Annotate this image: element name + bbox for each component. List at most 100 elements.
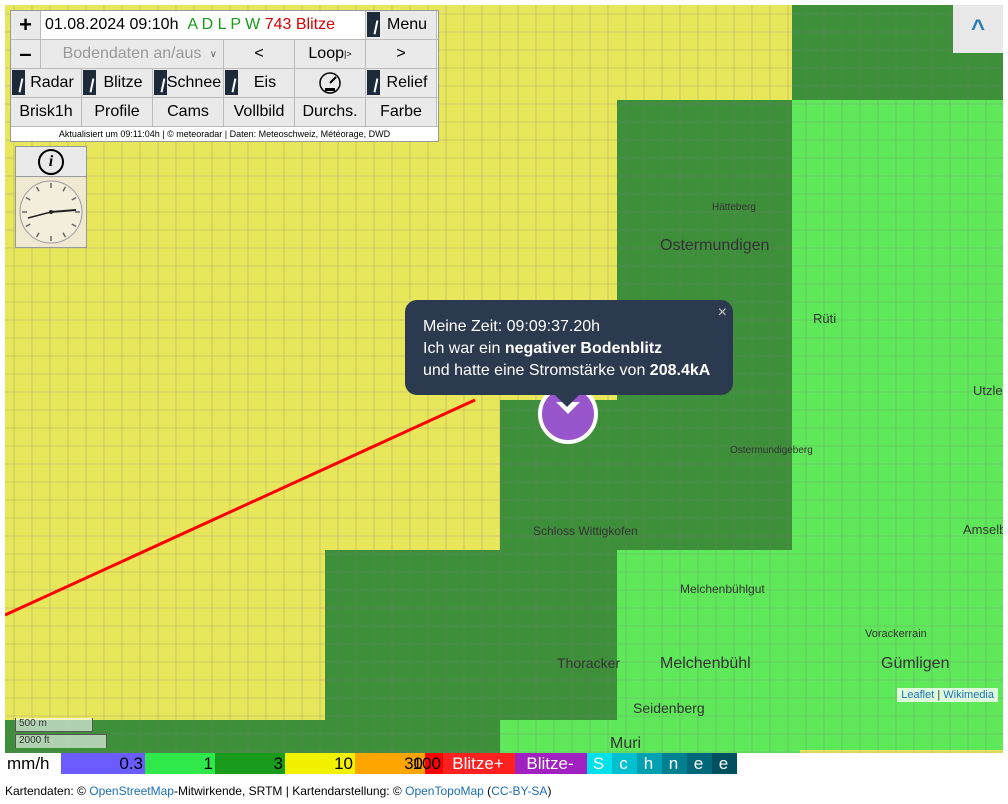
loop-button[interactable]: Loop |> bbox=[295, 40, 366, 68]
updated-text: Aktualisiert um 09:11:04h | © meteoradar… bbox=[11, 127, 438, 141]
clock-button[interactable] bbox=[15, 176, 87, 248]
footer-credits: Kartendaten: © OpenStreetMap-Mitwirkende… bbox=[5, 784, 551, 798]
legend-item-7: Blitze- bbox=[515, 753, 587, 774]
toggle-blitze[interactable]: Blitze bbox=[82, 69, 153, 97]
radar-check-icon bbox=[12, 70, 25, 95]
legend-item-2: 3 bbox=[215, 753, 285, 774]
leaflet-link[interactable]: Leaflet bbox=[901, 689, 934, 701]
map-label-schloss: Schloss Wittigkofen bbox=[533, 524, 638, 538]
strike-count-text: 743 Blitze bbox=[264, 16, 335, 33]
map-label-seidenberg: Seidenberg bbox=[633, 700, 705, 716]
map-label-ostermundigen: Ostermundigen bbox=[660, 237, 770, 254]
control-row-2: – Bodendaten an/aus ∨ < Loop |> > bbox=[11, 40, 438, 69]
blitze-label: Blitze bbox=[103, 74, 143, 91]
footer-middle: -Mitwirkende, SRTM | Kartendarstellung: … bbox=[173, 784, 406, 798]
info-button[interactable]: i bbox=[15, 146, 87, 178]
chevron-down-icon: ∨ bbox=[209, 48, 217, 60]
popup-line-type: Ich war ein negativer Bodenblitz bbox=[423, 338, 715, 360]
farbe-button[interactable]: Farbe bbox=[366, 98, 437, 126]
close-icon[interactable]: × bbox=[718, 302, 727, 324]
legend-snow-5: e bbox=[712, 753, 737, 774]
popup-type-prefix: Ich war ein bbox=[423, 340, 505, 357]
legend-item-0: 0.3 bbox=[61, 753, 145, 774]
cams-button[interactable]: Cams bbox=[153, 98, 224, 126]
control-row-4: Brisk1h Profile Cams Vollbild Durchs. Fa… bbox=[11, 98, 438, 127]
toggle-schnee[interactable]: Schnee bbox=[153, 69, 224, 97]
legend-item-1: 1 bbox=[145, 753, 215, 774]
attribution-separator: | bbox=[934, 689, 944, 701]
menu-label: Menu bbox=[386, 16, 428, 33]
zoom-in-button[interactable]: + bbox=[11, 11, 41, 39]
map-label-utzlen: Utzlen bbox=[973, 383, 1003, 398]
map-attribution: Leaflet | Wikimedia bbox=[897, 688, 998, 702]
menu-check-icon bbox=[367, 12, 380, 37]
durchs-button[interactable]: Durchs. bbox=[295, 98, 366, 126]
radar-label: Radar bbox=[30, 74, 74, 91]
sources-text[interactable]: A D L P W bbox=[187, 16, 260, 34]
map-label-hatteberg: Hätteberg bbox=[712, 202, 756, 213]
vollbild-button[interactable]: Vollbild bbox=[224, 98, 295, 126]
popup-current-value: 208.4kA bbox=[649, 362, 711, 379]
schnee-check-icon bbox=[154, 70, 167, 95]
legend-snow-4: e bbox=[687, 753, 712, 774]
control-panel: + 01.08.2024 09:10h A D L P W 743 Blitze… bbox=[10, 10, 439, 142]
zoom-out-button[interactable]: – bbox=[11, 40, 41, 68]
ground-data-label: Bodendaten an/aus bbox=[62, 45, 202, 62]
relief-check-icon bbox=[367, 70, 380, 95]
legend-item-5: 100 bbox=[412, 753, 443, 774]
popup-line-time: Meine Zeit: 09:09:37.20h bbox=[423, 318, 601, 335]
footer-paren-close: ) bbox=[547, 784, 552, 798]
toggle-eis[interactable]: Eis bbox=[224, 69, 295, 97]
map-label-gumligen: Gümligen bbox=[881, 655, 950, 672]
next-button[interactable]: > bbox=[366, 40, 437, 68]
popup-line-current: und hatte eine Stromstärke von 208.4kA bbox=[423, 360, 715, 382]
legend-snow-1: c bbox=[612, 753, 637, 774]
blitze-check-icon bbox=[83, 70, 96, 95]
map-label-thoracker: Thoracker bbox=[557, 655, 621, 671]
control-row-1: + 01.08.2024 09:10h A D L P W 743 Blitze… bbox=[11, 11, 438, 40]
speedometer-icon bbox=[319, 72, 341, 94]
footer-prefix: Kartendaten: © bbox=[5, 784, 90, 798]
brisk-button[interactable]: Brisk1h bbox=[11, 98, 82, 126]
scale-metric: 500 m bbox=[15, 718, 93, 732]
profile-button[interactable]: Profile bbox=[82, 98, 153, 126]
legend-item-3: 10 bbox=[285, 753, 355, 774]
legend-snow-2: h bbox=[637, 753, 662, 774]
precipitation-legend: mm/h 0.3 1 3 10 30 100 Blitze+ Blitze- S… bbox=[5, 753, 737, 774]
popup-current-prefix: und hatte eine Stromstärke von bbox=[423, 362, 650, 379]
collapse-button[interactable]: ^ bbox=[953, 5, 1003, 53]
chevron-up-icon: ^ bbox=[970, 15, 985, 42]
legend-snow-0: S bbox=[587, 753, 612, 774]
eis-check-icon bbox=[225, 70, 238, 95]
eis-label: Eis bbox=[253, 74, 277, 91]
map-label-ostermundigeberg: Ostermundigeberg bbox=[730, 445, 813, 456]
map-label-melchenbuhl: Melchenbühl bbox=[660, 655, 751, 672]
lightning-popup: × Meine Zeit: 09:09:37.20h Ich war ein n… bbox=[405, 300, 733, 407]
control-row-3: Radar Blitze Schnee Eis Relief bbox=[11, 69, 438, 98]
map-label-ruti: Rüti bbox=[813, 311, 837, 326]
scale-imperial: 2000 ft bbox=[15, 734, 107, 748]
clock-icon bbox=[19, 180, 83, 244]
speed-button[interactable] bbox=[295, 69, 366, 97]
map-label-melchenbuhlgut: Melchenbühlgut bbox=[680, 582, 765, 596]
loop-label: Loop bbox=[308, 45, 344, 62]
toggle-radar[interactable]: Radar bbox=[11, 69, 82, 97]
legend-unit: mm/h bbox=[5, 753, 61, 774]
license-link[interactable]: CC-BY-SA bbox=[491, 784, 547, 798]
info-icon: i bbox=[38, 149, 64, 175]
popup-type-value: negativer Bodenblitz bbox=[504, 340, 663, 357]
relief-label: Relief bbox=[386, 74, 428, 91]
map-label-muri: Muri bbox=[610, 735, 642, 752]
ground-data-select[interactable]: Bodendaten an/aus ∨ bbox=[41, 40, 224, 68]
map-label-vorackerrain: Vorackerrain bbox=[865, 628, 927, 640]
menu-button[interactable]: Menu bbox=[366, 11, 437, 39]
toggle-relief[interactable]: Relief bbox=[366, 69, 437, 97]
prev-button[interactable]: < bbox=[224, 40, 295, 68]
osm-link[interactable]: OpenStreetMap bbox=[89, 784, 174, 798]
map-label-amselberg: Amselbe bbox=[963, 522, 1003, 537]
wikimedia-link[interactable]: Wikimedia bbox=[943, 689, 994, 701]
status-line: 01.08.2024 09:10h A D L P W 743 Blitze bbox=[41, 11, 366, 39]
opentopomap-link[interactable]: OpenTopoMap bbox=[405, 784, 484, 798]
datetime-text: 01.08.2024 09:10h bbox=[45, 16, 179, 33]
legend-item-6: Blitze+ bbox=[443, 753, 515, 774]
